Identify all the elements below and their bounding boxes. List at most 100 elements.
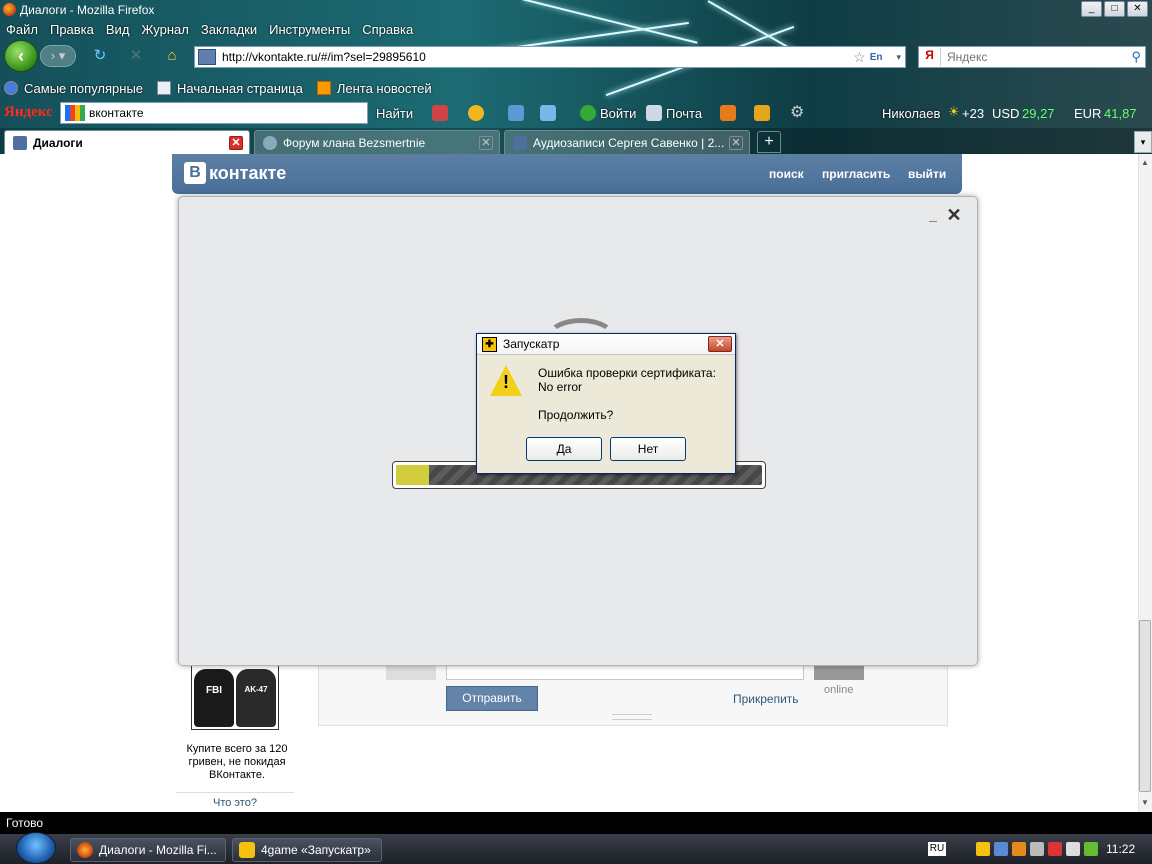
- stop-icon[interactable]: ✕: [126, 46, 146, 66]
- url-bar[interactable]: http://vkontakte.ru/#/im?sel=29895610 ☆ …: [194, 46, 906, 68]
- weather-temp[interactable]: +23: [962, 106, 984, 121]
- bookmark-news-feed[interactable]: Лента новостей: [313, 81, 432, 96]
- close-tab-icon[interactable]: ✕: [729, 135, 743, 150]
- google-icon: [65, 105, 85, 121]
- tabs-list-dropdown[interactable]: ▾: [1134, 131, 1152, 153]
- send-button[interactable]: Отправить: [446, 686, 538, 711]
- tray-network-icon[interactable]: [994, 842, 1008, 856]
- bookmark-star-icon[interactable]: ☆: [853, 49, 866, 66]
- tray-pause-icon[interactable]: [1012, 842, 1026, 856]
- dialog-close-button[interactable]: ✕: [708, 336, 732, 352]
- translate-icon[interactable]: [540, 105, 556, 121]
- launcher-app-icon: ✚: [482, 336, 497, 352]
- close-window-button[interactable]: ✕: [1127, 1, 1148, 17]
- tab-forum[interactable]: Форум клана Bezsmertnie ✕: [254, 130, 500, 154]
- language-badge[interactable]: En: [870, 52, 883, 63]
- eur-value[interactable]: 41,87: [1104, 106, 1137, 121]
- scrollbar-thumb[interactable]: [1139, 620, 1151, 792]
- taskbar-launcher[interactable]: 4game «Запускатр»: [232, 838, 382, 862]
- yandex-search-input[interactable]: [89, 106, 367, 120]
- rss-icon: [316, 81, 331, 95]
- tray-launcher-icon[interactable]: [976, 842, 990, 856]
- yandex-logo[interactable]: Яндекс: [4, 104, 53, 121]
- status-bar: Готово: [0, 812, 1152, 834]
- url-text[interactable]: http://vkontakte.ru/#/im?sel=29895610: [222, 50, 853, 64]
- home-icon[interactable]: ⌂: [162, 46, 182, 66]
- dialog-title: Запускатр: [503, 337, 560, 351]
- tray-volume-icon[interactable]: [1066, 842, 1080, 856]
- weather-city[interactable]: Николаев: [882, 106, 940, 121]
- ad-image[interactable]: FBI AK-47: [191, 664, 279, 730]
- url-dropdown-icon[interactable]: ▾: [896, 52, 901, 63]
- mail-link[interactable]: Почта: [666, 106, 702, 121]
- eur-label: EUR: [1074, 106, 1102, 121]
- login-icon: [580, 105, 596, 121]
- attach-link[interactable]: Прикрепить: [733, 692, 799, 706]
- chat-icon[interactable]: [468, 105, 484, 121]
- sun-icon: ☀: [948, 104, 960, 119]
- window-title: Диалоги - Mozilla Firefox: [20, 2, 155, 17]
- tab-audio[interactable]: Аудиозаписи Сергея Савенко | 2... ✕: [504, 130, 750, 154]
- gift-icon[interactable]: [754, 105, 770, 121]
- resize-handle[interactable]: [612, 714, 652, 720]
- tab-dialogs[interactable]: Диалоги ✕: [4, 130, 250, 154]
- search-engine-icon[interactable]: Я: [919, 48, 941, 66]
- reload-icon[interactable]: ↻: [90, 46, 110, 66]
- companion-avatar[interactable]: [814, 664, 864, 680]
- vk-nav-invite[interactable]: пригласить: [822, 167, 890, 181]
- tray-nvidia-icon[interactable]: [1084, 842, 1098, 856]
- settings-gear-icon[interactable]: ⚙: [790, 102, 804, 122]
- vk-logo[interactable]: В контакте: [184, 162, 286, 184]
- back-button[interactable]: ‹: [4, 40, 38, 72]
- marker-icon[interactable]: [432, 105, 448, 121]
- firefox-icon: [3, 3, 16, 16]
- yes-button[interactable]: Да: [526, 437, 602, 461]
- launcher-close-button[interactable]: ✕: [946, 206, 962, 224]
- forward-button[interactable]: › ▾: [40, 45, 76, 67]
- login-link[interactable]: Войти: [600, 106, 636, 121]
- no-button[interactable]: Нет: [610, 437, 686, 461]
- scroll-up-arrow-icon[interactable]: ▲: [1138, 156, 1152, 170]
- menu-tools[interactable]: Инструменты: [263, 22, 356, 37]
- tray-error-icon[interactable]: [1048, 842, 1062, 856]
- vk-nav-search[interactable]: поиск: [769, 167, 804, 181]
- maximize-button[interactable]: □: [1104, 1, 1125, 17]
- menu-file[interactable]: Файл: [0, 22, 44, 37]
- bookmark-most-visited[interactable]: Самые популярные: [0, 81, 143, 96]
- launcher-minimize-button[interactable]: _: [926, 208, 940, 222]
- firefox-icon: [77, 842, 93, 858]
- menu-bar: Файл Правка Вид Журнал Закладки Инструме…: [0, 19, 419, 39]
- ad-text[interactable]: Купите всего за 120 гривен, не покидая В…: [176, 743, 298, 782]
- start-button[interactable]: [16, 832, 56, 864]
- bookmark-home-page[interactable]: Начальная страница: [153, 81, 303, 96]
- yandex-search-field[interactable]: [60, 102, 368, 124]
- vk-nav-logout[interactable]: выйти: [908, 167, 946, 181]
- tray-device-icon[interactable]: [1030, 842, 1044, 856]
- close-tab-icon[interactable]: ✕: [479, 135, 493, 150]
- bag-icon[interactable]: [720, 105, 736, 121]
- dialog-question: Продолжить?: [538, 408, 614, 422]
- my-avatar[interactable]: [386, 664, 436, 680]
- scroll-down-arrow-icon[interactable]: ▼: [1138, 796, 1152, 810]
- menu-history[interactable]: Журнал: [135, 22, 194, 37]
- new-tab-button[interactable]: +: [757, 131, 781, 153]
- spellcheck-icon[interactable]: [508, 105, 524, 121]
- usd-value[interactable]: 29,27: [1022, 106, 1055, 121]
- menu-view[interactable]: Вид: [100, 22, 136, 37]
- ad-what-is-this-link[interactable]: Что это?: [176, 797, 294, 809]
- minimize-button[interactable]: _: [1081, 1, 1102, 17]
- find-button[interactable]: Найти: [376, 106, 413, 121]
- taskbar-firefox[interactable]: Диалоги - Mozilla Fi...: [70, 838, 226, 862]
- launcher-app-icon: [239, 842, 255, 858]
- search-input[interactable]: [941, 50, 1132, 64]
- menu-edit[interactable]: Правка: [44, 22, 100, 37]
- language-indicator[interactable]: RU: [928, 842, 946, 856]
- search-icon[interactable]: ⚲: [1131, 49, 1141, 65]
- menu-help[interactable]: Справка: [356, 22, 419, 37]
- menu-bookmarks[interactable]: Закладки: [195, 22, 263, 37]
- close-tab-icon[interactable]: ✕: [229, 135, 243, 150]
- taskbar-clock[interactable]: 11:22: [1106, 842, 1135, 856]
- search-box[interactable]: Я ⚲: [918, 46, 1146, 68]
- message-input[interactable]: [446, 664, 804, 680]
- page-icon: [157, 81, 172, 95]
